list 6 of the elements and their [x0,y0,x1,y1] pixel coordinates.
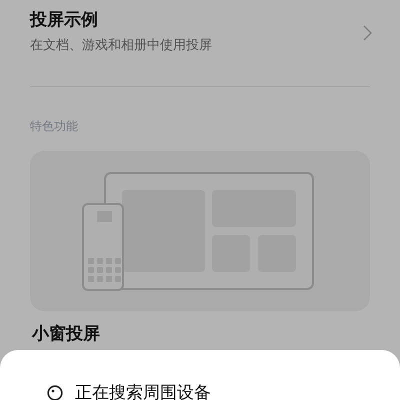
feature-title: 小窗投屏 [32,323,101,345]
section-header: 特色功能 [30,118,79,135]
entry-title: 投屏示例 [30,9,99,31]
loading-icon [47,384,63,400]
chevron-icon[interactable] [363,25,372,41]
entry-subtitle: 在文档、游戏和相册中使用投屏 [30,37,212,54]
